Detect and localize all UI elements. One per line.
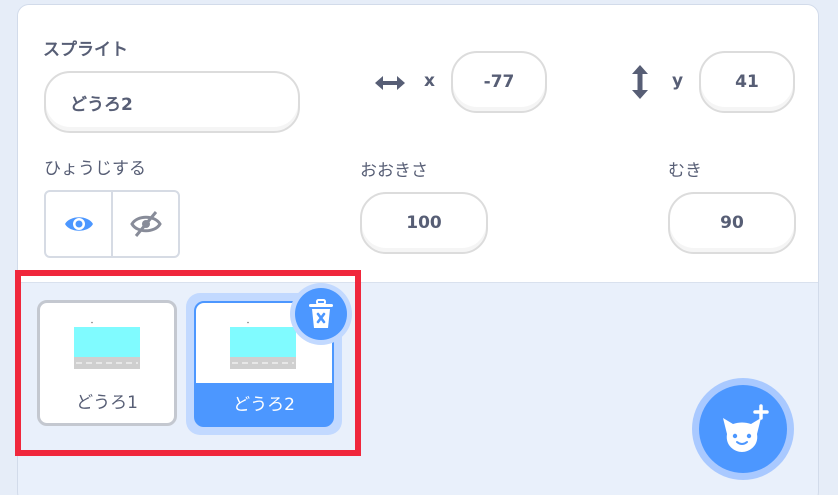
y-label: y	[672, 71, 684, 91]
sprite-pane: スプライト どうろ2 x -77 y 41 ひょうじする おおきさ 100 むき…	[17, 4, 819, 495]
hide-button[interactable]	[111, 192, 178, 256]
sprite-name: どうろ1	[76, 393, 138, 413]
direction-input[interactable]: 90	[668, 192, 796, 254]
vertical-arrows-icon	[632, 65, 648, 99]
sprite-info-panel: スプライト どうろ2 x -77 y 41 ひょうじする おおきさ 100 むき…	[18, 5, 818, 283]
show-button[interactable]	[46, 192, 111, 256]
sprite-tile-1[interactable]: どうろ1	[37, 300, 177, 426]
sprite-name: どうろ2	[233, 395, 295, 415]
trash-icon	[309, 299, 333, 328]
sprite-thumbnail	[74, 321, 140, 369]
delete-sprite-button[interactable]	[290, 283, 352, 345]
horizontal-arrows-icon	[375, 76, 405, 90]
y-input[interactable]: 41	[699, 51, 795, 113]
add-sprite-button[interactable]	[692, 378, 794, 480]
show-label: ひょうじする	[44, 159, 146, 179]
sprite-thumbnail	[230, 321, 296, 369]
visibility-toggle	[44, 190, 180, 258]
size-input[interactable]: 100	[360, 192, 488, 254]
eye-slash-icon	[129, 211, 162, 237]
sprite-name-field[interactable]: どうろ2	[44, 71, 300, 133]
cat-plus-icon	[723, 404, 769, 452]
x-input[interactable]: -77	[451, 51, 547, 113]
size-label: おおきさ	[360, 161, 428, 181]
sprite-tile-2[interactable]: どうろ2	[186, 283, 352, 435]
x-label: x	[424, 71, 435, 91]
direction-label: むき	[668, 161, 702, 181]
eye-icon	[64, 217, 93, 231]
sprite-label: スプライト	[43, 40, 128, 60]
